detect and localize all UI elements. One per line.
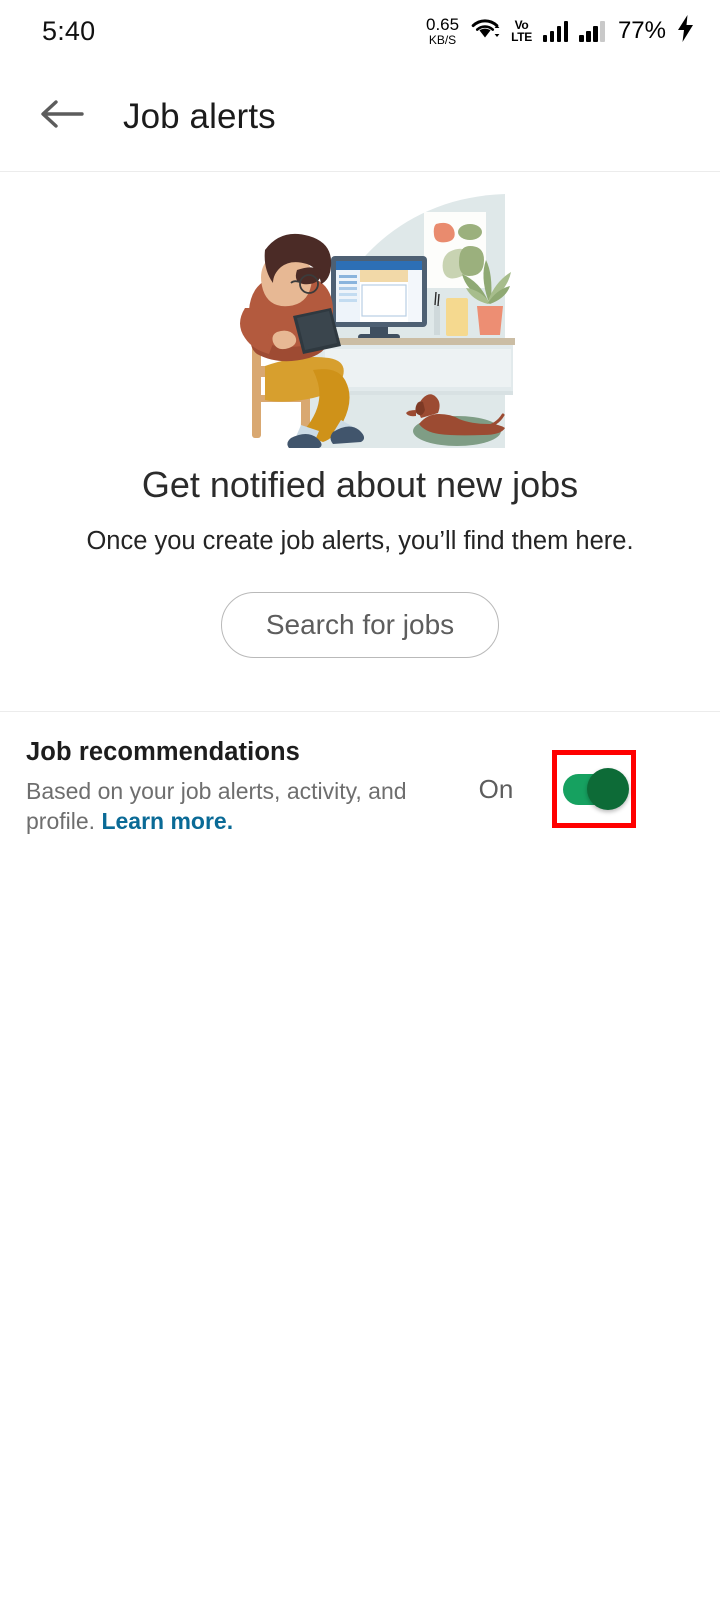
person-at-desk-illustration — [205, 180, 515, 448]
empty-state-section: Get notified about new jobs Once you cre… — [0, 172, 720, 712]
toggle-thumb — [587, 768, 629, 810]
status-bar: 5:40 0.65 KB/S Vo LTE 77% — [0, 0, 720, 62]
job-recommendations-title: Job recommendations — [26, 738, 300, 766]
network-speed-indicator: 0.65 KB/S — [426, 16, 459, 46]
wifi-icon — [470, 17, 500, 46]
job-recommendations-texts: Job recommendations Based on your job al… — [0, 738, 440, 837]
signal-bars-icon-sim2 — [579, 20, 605, 42]
page-title: Job alerts — [123, 96, 276, 136]
job-recommendations-toggle[interactable] — [563, 768, 629, 810]
empty-state-subtitle: Once you create job alerts, you’ll find … — [86, 527, 634, 555]
status-icons-group: 0.65 KB/S Vo LTE 77% — [426, 15, 694, 47]
volte-icon: Vo LTE — [511, 19, 532, 43]
charging-bolt-icon — [677, 15, 694, 47]
job-recommendations-toggle-highlight — [552, 750, 636, 828]
volte-line-2: LTE — [511, 30, 532, 44]
network-speed-unit: KB/S — [428, 33, 457, 47]
job-recommendations-description: Based on your job alerts, activity, and … — [26, 776, 416, 837]
learn-more-link[interactable]: Learn more. — [101, 808, 233, 834]
back-arrow-icon — [39, 97, 85, 136]
status-time: 5:40 — [42, 15, 96, 46]
battery-percent-label: 77% — [617, 17, 666, 44]
network-speed-value: 0.65 — [425, 15, 460, 34]
search-for-jobs-button[interactable]: Search for jobs — [220, 592, 500, 658]
signal-bars-icon-sim1 — [542, 20, 569, 42]
back-button[interactable] — [34, 89, 90, 145]
job-recommendations-state-label: On — [478, 774, 514, 804]
empty-state-title: Get notified about new jobs — [141, 464, 579, 505]
job-recommendations-row[interactable]: Job recommendations Based on your job al… — [0, 712, 720, 837]
app-bar: Job alerts — [0, 62, 720, 172]
